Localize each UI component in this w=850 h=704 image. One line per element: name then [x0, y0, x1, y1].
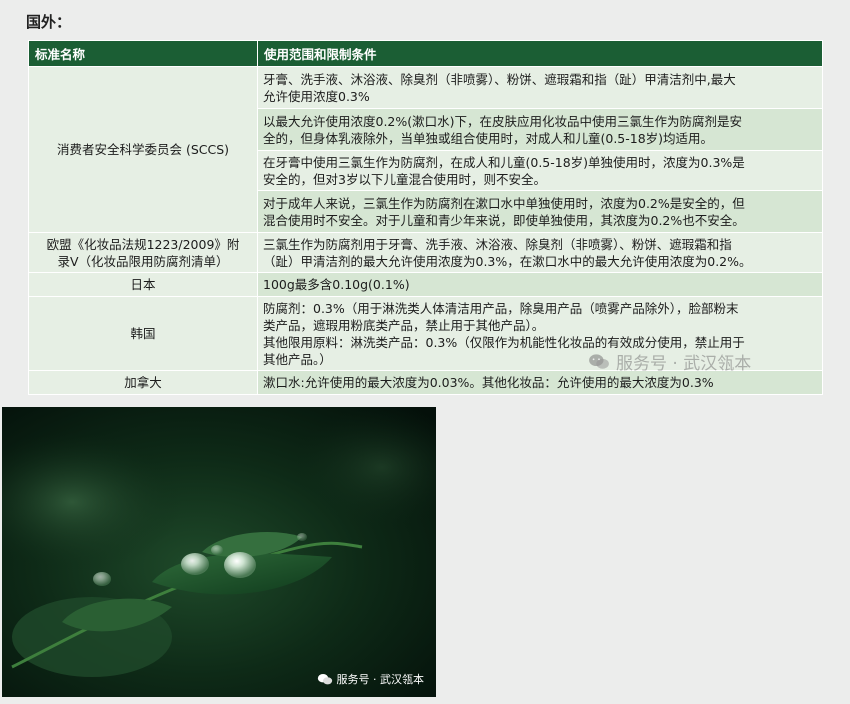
condition-cell: 在牙膏中使用三氯生作为防腐剂，在成人和儿童(0.5-18岁)单独使用时，浓度为0…	[257, 150, 823, 191]
table-row: 欧盟《化妆品法规1223/2009》附 录V（化妆品限用防腐剂清单） 三氯生作为…	[28, 232, 823, 273]
condition-cell: 对于成年人来说，三氯生作为防腐剂在漱口水中单独使用时，浓度为0.2%是安全的，但…	[257, 190, 823, 233]
table-row: 消费者安全科学委员会 (SCCS) 牙膏、洗手液、沐浴液、除臭剂（非喷雾）、粉饼…	[28, 66, 823, 233]
column-header-conditions: 使用范围和限制条件	[257, 40, 823, 67]
section-title: 国外：	[26, 13, 72, 31]
photo-image	[2, 407, 436, 697]
wechat-icon	[317, 673, 332, 684]
table-row: 加拿大 漱口水:允许使用的最大浓度为0.03%。其他化妆品：允许使用的最大浓度为…	[28, 370, 823, 395]
watermark-text: 服务号 · 武汉瓴本	[616, 354, 752, 374]
photo-caption-text: 服务号 · 武汉瓴本	[336, 673, 425, 686]
standard-name-eu: 欧盟《化妆品法规1223/2009》附 录V（化妆品限用防腐剂清单）	[28, 232, 258, 273]
standard-name-canada: 加拿大	[28, 370, 258, 395]
condition-cell: 100g最多含0.10g(0.1%)	[257, 272, 823, 297]
photo-caption: 服务号 · 武汉瓴本	[317, 671, 425, 687]
standard-name-japan: 日本	[28, 272, 258, 297]
condition-cell: 漱口水:允许使用的最大浓度为0.03%。其他化妆品：允许使用的最大浓度为0.3%	[257, 370, 823, 395]
leaf-waterdrop-photo: 服务号 · 武汉瓴本	[2, 407, 436, 697]
watermark: 服务号 · 武汉瓴本	[588, 349, 751, 374]
wechat-icon	[589, 353, 609, 369]
standard-name-korea: 韩国	[28, 296, 258, 371]
table-row: 日本 100g最多含0.10g(0.1%)	[28, 272, 823, 297]
standard-name-sccs: 消费者安全科学委员会 (SCCS)	[28, 66, 258, 233]
condition-cell: 牙膏、洗手液、沐浴液、除臭剂（非喷雾）、粉饼、遮瑕霜和指（趾）甲清洁剂中,最大 …	[257, 66, 823, 109]
regulation-table: 标准名称 使用范围和限制条件 消费者安全科学委员会 (SCCS) 牙膏、洗手液、…	[28, 40, 823, 395]
condition-cell: 以最大允许使用浓度0.2%(漱口水)下，在皮肤应用化妆品中使用三氯生作为防腐剂是…	[257, 108, 823, 151]
table-header-row: 标准名称 使用范围和限制条件	[28, 40, 823, 67]
column-header-standard: 标准名称	[28, 40, 258, 67]
condition-cell: 三氯生作为防腐剂用于牙膏、洗手液、沐浴液、除臭剂（非喷雾）、粉饼、遮瑕霜和指 （…	[257, 232, 823, 273]
